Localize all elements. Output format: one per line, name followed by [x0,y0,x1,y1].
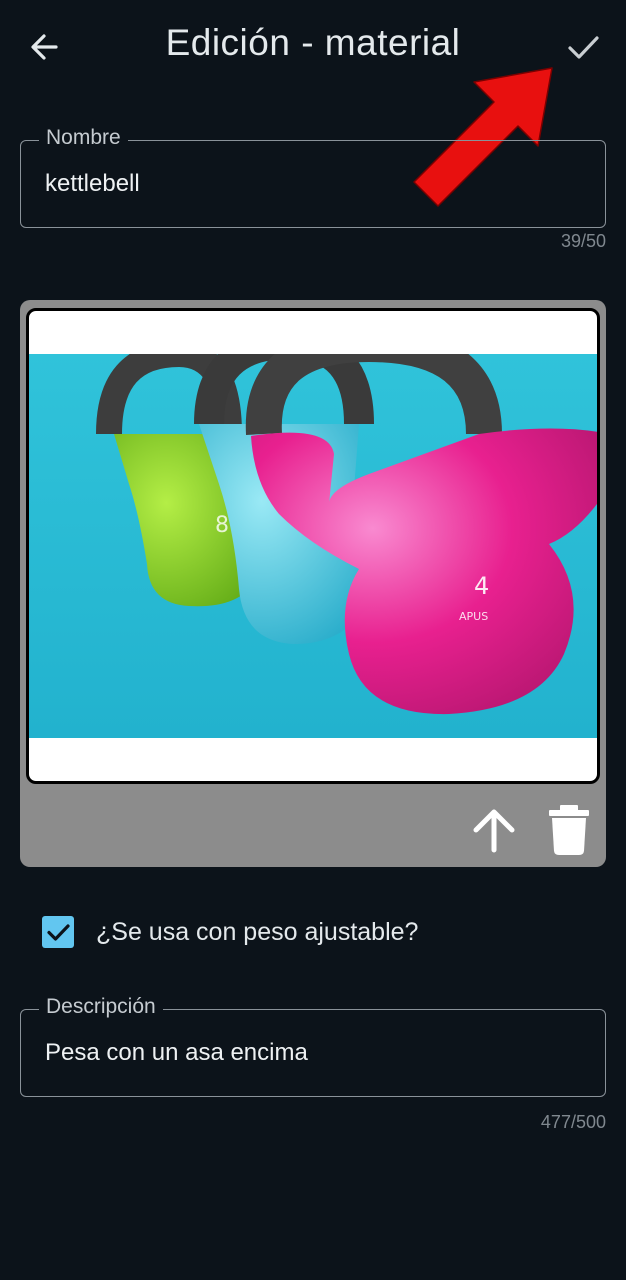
name-input[interactable] [45,167,575,201]
image-preview[interactable]: 4 APUS 8 [26,308,600,784]
description-field[interactable]: Descripción [20,995,606,1097]
top-app-bar: Edición - material [0,0,626,96]
kettlebell-photo-icon: 4 APUS 8 [29,354,597,738]
upload-image-button[interactable] [472,806,516,854]
name-field-label: Nombre [39,126,128,150]
image-card: 4 APUS 8 [20,300,606,867]
checkmark-icon [47,924,70,941]
name-field[interactable]: Nombre [20,126,606,228]
adjustable-weight-label: ¿Se usa con peso ajustable? [96,918,419,946]
name-char-counter: 39/50 [560,231,606,251]
svg-text:8: 8 [215,513,229,538]
check-icon [568,36,599,59]
page-title: Edición - material [165,22,461,63]
description-char-counter: 477/500 [540,1112,606,1132]
adjustable-weight-checkbox-row[interactable]: ¿Se usa con peso ajustable? [42,916,562,950]
svg-text:APUS: APUS [459,610,488,623]
save-button[interactable] [562,26,604,68]
description-field-label: Descripción [39,995,163,1019]
delete-image-button[interactable] [548,804,590,856]
trash-icon [549,805,589,855]
svg-text:4: 4 [474,572,489,600]
description-input[interactable] [45,1036,575,1070]
arrow-up-icon [473,809,515,853]
adjustable-weight-checkbox[interactable] [42,916,74,948]
